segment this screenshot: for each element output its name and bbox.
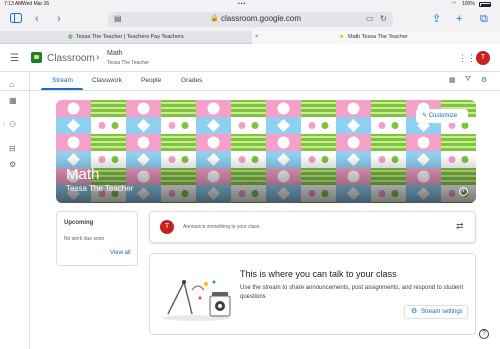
new-tab-icon[interactable]: + [456,13,462,25]
pencil-icon: ✎ [422,113,429,119]
calendar-rail-icon[interactable]: ▦ [9,96,17,105]
tab-grades[interactable]: Grades [181,77,202,84]
avatar: T [160,220,174,234]
battery-percent: 100% [462,1,475,7]
address-bar[interactable]: ▤ 🔒 classroom.google.com ▭ ↻ [108,12,393,27]
customize-label: Customize [428,113,458,119]
browser-tab-title: Math Tessa The Teacher [348,34,408,40]
browser-tab-strip: ◍ Tessa The Teacher | Teachers Pay Teach… [0,31,500,44]
status-date: Wed Mar 26 [22,1,50,7]
empty-state-title: This is where you can talk to your class [240,269,397,279]
browser-tab-title: Tessa The Teacher | Teachers Pay Teacher… [76,34,184,40]
main-menu-icon[interactable]: ☰ [10,53,19,64]
tabs-overview-icon[interactable]: ⧉ [480,13,488,25]
class-name[interactable]: Math [107,50,123,57]
empty-state-description: Use the stream to share announcements, p… [240,285,464,300]
banner-title: Math [66,166,100,183]
archive-icon[interactable]: ⊟ [9,144,16,153]
upcoming-text: No work due soon [64,236,105,242]
wifi-icon: ◠ [452,1,457,7]
page-menu-icon[interactable]: ▤ [114,14,122,23]
url-text[interactable]: classroom.google.com [221,14,301,23]
status-time: 7:13 AM [4,1,23,7]
avatar[interactable]: T [476,51,490,65]
share-icon[interactable]: ⇪ [432,13,441,25]
upcoming-title: Upcoming [64,220,94,226]
settings-icon[interactable]: ⚙ [481,76,487,84]
gear-icon: ⚙ [411,308,418,315]
banner-shade [56,155,476,203]
class-tabs: Stream Classwork People Grades ▦ ⛛ ⚙ [0,72,500,91]
upcoming-card: Upcoming No work due soon View all [56,211,138,266]
announce-box[interactable]: T Announce something to your class ⇄ [149,211,476,243]
announce-placeholder[interactable]: Announce something to your class [183,224,259,230]
screen-icon[interactable]: ▭ [366,14,374,23]
people-icon[interactable]: ⚇ [9,120,16,129]
browser-tab[interactable]: ◍ Tessa The Teacher | Teachers Pay Teach… [0,31,252,44]
tab-people[interactable]: People [141,77,161,84]
tab-classwork[interactable]: Classwork [92,77,122,84]
favicon-icon: ◍ [68,34,73,40]
chevron-right-icon: › [96,52,100,63]
browser-toolbar: ‹ › ▤ 🔒 classroom.google.com ▭ ↻ ⇪ + ⧉ [0,9,500,31]
info-icon[interactable]: i [459,187,468,196]
close-tab-icon[interactable]: × [255,31,259,44]
reload-icon[interactable]: ↻ [380,14,387,23]
battery-icon [479,2,491,7]
app-title[interactable]: Classroom [47,53,95,64]
stream-illustration [162,280,231,321]
stream-settings-button[interactable]: ⚙ Stream settings [404,305,468,319]
calendar-icon[interactable]: ▦ [449,76,456,84]
lock-icon: 🔒 [210,15,219,22]
repost-icon[interactable]: ⇄ [456,221,464,232]
app-header: ☰ Classroom › Math Tessa The Teacher ⋮⋮⋮… [0,45,500,72]
tab-stream[interactable]: Stream [52,77,73,84]
active-tab-indicator [41,88,83,90]
expand-icon[interactable]: › [3,122,5,128]
classroom-favicon-icon: ■ [340,34,344,40]
stream-empty-state: This is where you can talk to your class… [149,253,476,335]
drive-folder-icon[interactable]: ⛛ [465,76,471,84]
class-section: Tessa The Teacher [107,60,150,66]
classroom-logo[interactable] [31,52,42,63]
settings-rail-icon[interactable]: ⚙ [9,160,16,169]
customize-button[interactable]: ✎ Customize [416,109,468,123]
home-icon[interactable]: ⌂ [9,80,14,89]
left-rail: ⌂ ▦ › ⚇ ⊟ ⚙ [0,72,30,349]
status-bar: 7:13 AM Wed Mar 26 ••• ◠ 100% [0,0,500,9]
browser-tab-active[interactable]: × ■ Math Tessa The Teacher [252,31,500,44]
class-banner: Math Tessa The Teacher ✎ Customize i [56,100,476,203]
stream-settings-label: Stream settings [421,309,463,315]
view-all-link[interactable]: View all [110,250,131,256]
back-icon[interactable]: ‹ [35,13,39,25]
sidebar-toggle-icon[interactable] [10,13,22,26]
help-icon[interactable]: ? [479,329,489,339]
multitasking-dots[interactable]: ••• [238,1,246,7]
forward-icon[interactable]: › [57,13,61,25]
banner-subtitle: Tessa The Teacher [66,184,134,193]
